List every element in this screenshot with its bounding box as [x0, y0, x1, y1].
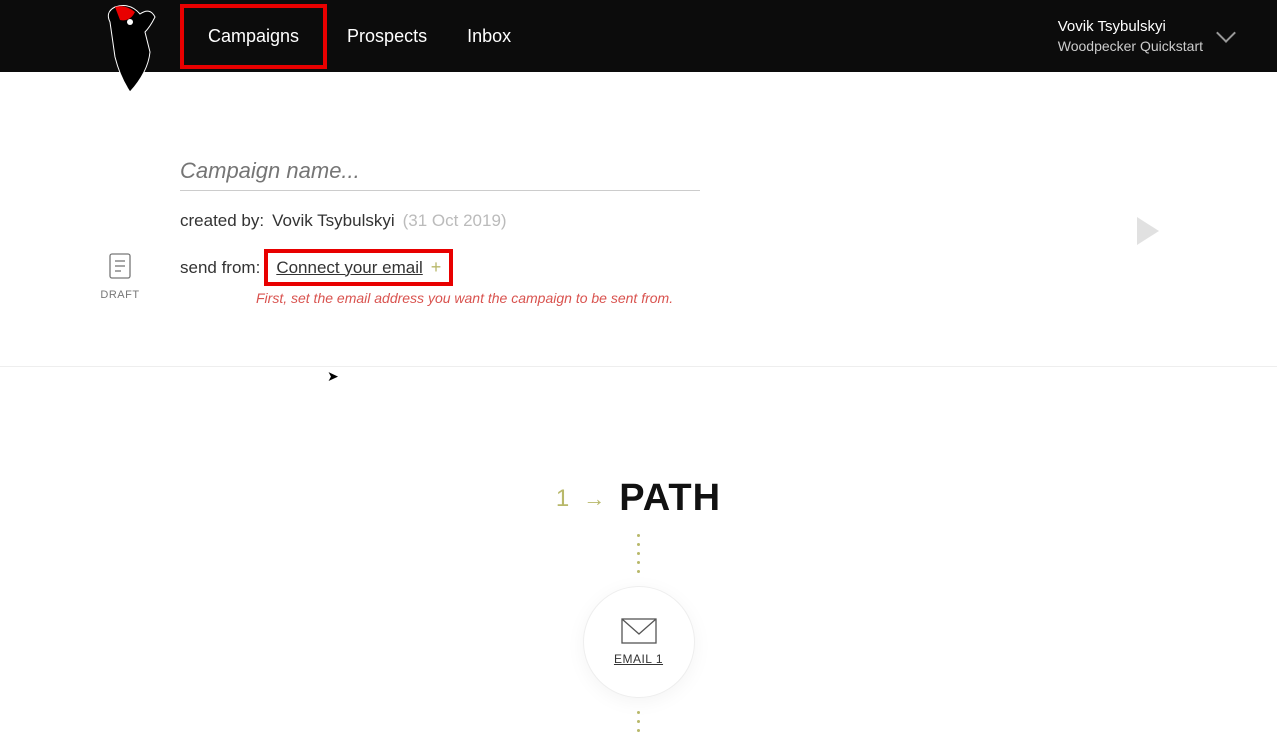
- cursor-icon: ➤: [327, 368, 339, 385]
- user-menu[interactable]: Vovik Tsybulskyi Woodpecker Quickstart: [1058, 17, 1253, 55]
- play-icon: [1137, 217, 1159, 245]
- created-by-value: Vovik Tsybulskyi: [272, 211, 395, 231]
- campaign-setup: DRAFT created by: Vovik Tsybulskyi (31 O…: [0, 72, 1277, 732]
- envelope-icon: [621, 618, 657, 644]
- document-icon: [108, 252, 132, 280]
- draft-status: DRAFT: [100, 252, 140, 301]
- send-from-row: send from: Connect your email +: [180, 249, 1277, 286]
- user-name: Vovik Tsybulskyi: [1058, 17, 1203, 37]
- plus-icon[interactable]: +: [431, 257, 442, 278]
- user-org: Woodpecker Quickstart: [1058, 37, 1203, 55]
- path-section: 1 → PATH EMAIL 1: [0, 477, 1277, 732]
- main-nav: Campaigns Prospects Inbox: [180, 0, 531, 72]
- nav-prospects[interactable]: Prospects: [327, 18, 447, 55]
- path-title-row: 1 → PATH: [556, 477, 721, 520]
- connect-email-link[interactable]: Connect your email: [276, 258, 422, 278]
- connector-dots-bottom: [0, 711, 1277, 732]
- email-step-node[interactable]: EMAIL 1: [584, 587, 694, 697]
- campaign-name-input[interactable]: [180, 152, 700, 191]
- chevron-down-icon: [1216, 23, 1236, 43]
- app-header: Campaigns Prospects Inbox Vovik Tsybulsk…: [0, 0, 1277, 72]
- path-number: 1: [556, 485, 569, 513]
- draft-label: DRAFT: [100, 289, 140, 301]
- connector-dots: [0, 534, 1277, 573]
- created-by-label: created by:: [180, 211, 264, 231]
- arrow-right-icon: →: [583, 486, 605, 512]
- created-by-row: created by: Vovik Tsybulskyi (31 Oct 201…: [180, 211, 1277, 231]
- nav-campaigns[interactable]: Campaigns: [180, 4, 327, 69]
- run-button[interactable]: [1137, 217, 1167, 247]
- nav-inbox[interactable]: Inbox: [447, 18, 531, 55]
- send-from-label: send from:: [180, 258, 260, 278]
- created-date: (31 Oct 2019): [403, 211, 507, 231]
- user-text: Vovik Tsybulskyi Woodpecker Quickstart: [1058, 17, 1203, 55]
- email-step-label: EMAIL 1: [614, 652, 663, 666]
- section-divider: [0, 366, 1277, 367]
- path-title: PATH: [619, 477, 721, 520]
- send-from-helper: First, set the email address you want th…: [256, 290, 1277, 306]
- woodpecker-logo: [100, 2, 160, 97]
- connect-email-highlight: Connect your email +: [264, 249, 453, 286]
